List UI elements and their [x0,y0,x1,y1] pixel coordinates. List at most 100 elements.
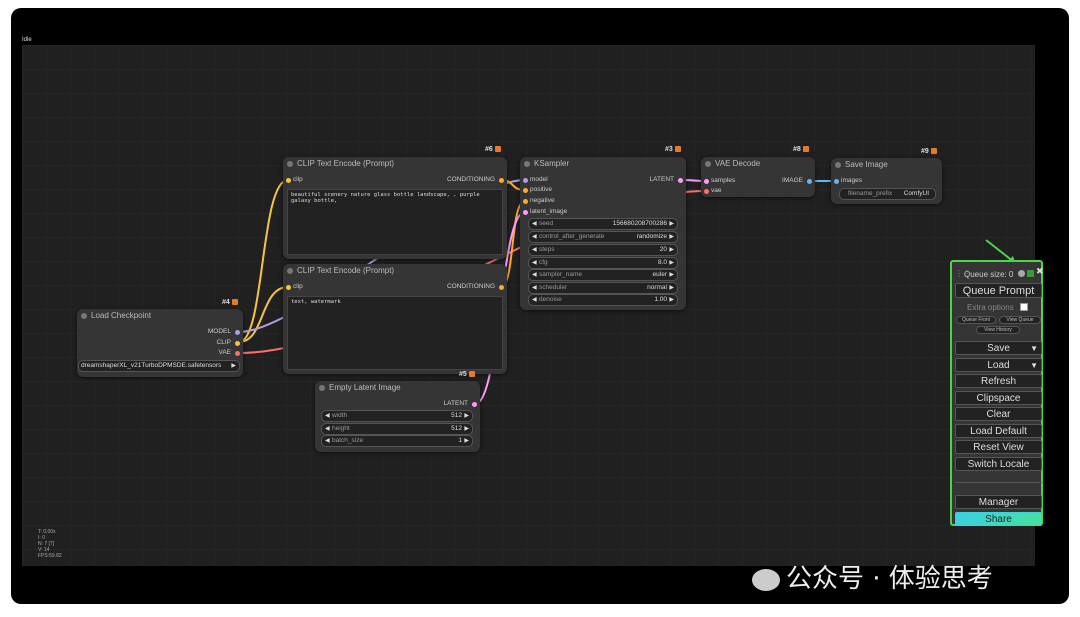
image-feed-icon[interactable] [1027,270,1034,277]
collapse-dot-icon[interactable] [287,268,293,274]
slot-label: CONDITIONING [446,283,495,290]
arrow-right-icon: ▶ [669,285,674,291]
refresh-button[interactable]: Refresh [955,374,1042,388]
widget-control-after-generate[interactable]: ◀ control_after_generate randomize ▶ [528,231,678,243]
settings-gear-icon[interactable] [1018,270,1025,277]
slot-label: clip [293,176,303,183]
status-text: Idle [22,37,32,43]
node-clip-text-encode-positive[interactable]: CLIP Text Encode (Prompt) clip CONDITION… [283,157,507,259]
node-clip-text-encode-negative[interactable]: CLIP Text Encode (Prompt) clip CONDITION… [283,264,507,374]
input-slot-negative[interactable] [523,199,528,204]
manager-button[interactable]: Manager [955,495,1042,509]
arrow-right-icon: ▶ [669,221,674,227]
prompt-textarea[interactable]: text, watermark [287,296,503,370]
arrow-left-icon: ◀ [532,285,537,291]
chevron-down-icon: ▼ [1030,344,1038,353]
load-default-button[interactable]: Load Default [955,424,1042,438]
arrow-left-icon: ◀ [325,413,330,419]
node-ksampler[interactable]: KSampler model positive negative latent_… [520,157,686,310]
node-save-image[interactable]: Save Image images filename_prefix ComfyUI [831,158,942,204]
watermark: 公众号 · 体验思考 [752,558,993,595]
arrow-right-icon: ▶ [464,413,469,419]
output-slot-vae[interactable] [235,351,240,356]
close-icon[interactable]: ✖ [1036,266,1044,277]
node-empty-latent-image[interactable]: Empty Latent Image LATENT ◀ width 512 ▶ ◀ he… [315,381,480,452]
node-title: CLIP Text Encode (Prompt) [297,266,395,275]
view-queue-button[interactable]: View Queue [999,316,1041,324]
widget-seed[interactable]: ◀ seed 156680208700286 ▶ [528,218,678,230]
node-id-6: #6 [485,146,501,153]
output-slot-conditioning[interactable] [499,178,504,183]
collapse-dot-icon[interactable] [287,161,293,167]
arrow-left-icon: ◀ [532,234,537,240]
output-slot-clip[interactable] [235,341,240,346]
slot-label: negative [530,197,555,204]
wechat-icon [752,568,780,591]
node-title: Load Checkpoint [91,311,152,320]
input-slot-samples[interactable] [704,179,709,184]
slot-label: images [841,177,862,184]
widget-cfg[interactable]: ◀ cfg 8.0 ▶ [528,257,678,269]
reset-view-button[interactable]: Reset View [955,440,1042,454]
slot-label: VAE [218,349,231,356]
input-slot-latent-image[interactable] [523,210,528,215]
queue-prompt-button[interactable]: Queue Prompt [955,283,1042,298]
node-id-5: #5 [459,371,475,378]
widget-steps[interactable]: ◀ steps 20 ▶ [528,244,678,256]
load-button[interactable]: Load ▼ [955,358,1042,372]
widget-height[interactable]: ◀ height 512 ▶ [321,423,473,435]
widget-ckpt-name[interactable]: dreamshaperXL_v21TurboDPMSDE.safetensors… [78,360,240,372]
slot-label: positive [530,186,553,193]
output-slot-conditioning[interactable] [499,285,504,290]
arrow-left-icon: ◀ [532,297,537,303]
clipspace-button[interactable]: Clipspace [955,391,1042,405]
widget-sampler-name[interactable]: ◀ sampler_name euler ▶ [528,269,678,281]
arrow-left-icon: ◀ [532,260,537,266]
input-slot-vae[interactable] [704,189,709,194]
fox-icon [494,146,501,153]
collapse-dot-icon[interactable] [524,161,530,167]
widget-width[interactable]: ◀ width 512 ▶ [321,410,473,422]
arrow-right-icon: ▶ [464,426,469,432]
switch-locale-button[interactable]: Switch Locale [955,457,1042,471]
save-button[interactable]: Save ▼ [955,341,1042,355]
input-slot-images[interactable] [834,179,839,184]
input-slot-positive[interactable] [523,188,528,193]
view-history-button[interactable]: View History [976,326,1020,334]
slot-label: CLIP [216,339,231,346]
output-slot-model[interactable] [235,330,240,335]
prompt-textarea[interactable]: beautiful scenery nature glass bottle la… [287,189,503,255]
arrow-right-icon: ▶ [669,247,674,253]
collapse-dot-icon[interactable] [835,162,841,168]
slot-label: MODEL [207,328,231,335]
input-slot-model[interactable] [523,178,528,183]
node-load-checkpoint[interactable]: Load Checkpoint MODEL CLIP VAE dreamshap… [77,309,243,377]
output-slot-latent[interactable] [678,178,683,183]
share-button[interactable]: Share [955,512,1042,526]
node-vae-decode[interactable]: VAE Decode samples vae IMAGE [701,157,815,197]
collapse-dot-icon[interactable] [81,313,87,319]
output-slot-image[interactable] [807,179,812,184]
fox-icon [231,299,238,306]
fox-icon [930,148,937,155]
clear-button[interactable]: Clear [955,407,1042,421]
widget-filename-prefix[interactable]: filename_prefix ComfyUI [839,188,936,200]
input-slot-clip[interactable] [286,285,291,290]
widget-denoise[interactable]: ◀ denoise 1.00 ▶ [528,294,678,306]
node-id-4: #4 [222,299,238,306]
widget-batch-size[interactable]: ◀ batch_size 1 ▶ [321,435,473,447]
slot-label: samples [711,177,736,184]
slot-label: CONDITIONING [446,176,495,183]
slot-label: vae [711,187,722,194]
slot-label: clip [293,283,303,290]
extra-options-checkbox[interactable] [1020,303,1028,311]
output-slot-latent[interactable] [472,402,477,407]
queue-front-button[interactable]: Queue Front [956,316,996,324]
collapse-dot-icon[interactable] [319,385,325,391]
input-slot-clip[interactable] [286,178,291,183]
node-id-3: #3 [665,146,681,153]
arrow-right-icon: ▶ [669,297,674,303]
arrow-right-icon: ▶ [669,234,674,240]
widget-scheduler[interactable]: ◀ scheduler normal ▶ [528,282,678,294]
collapse-dot-icon[interactable] [705,161,711,167]
